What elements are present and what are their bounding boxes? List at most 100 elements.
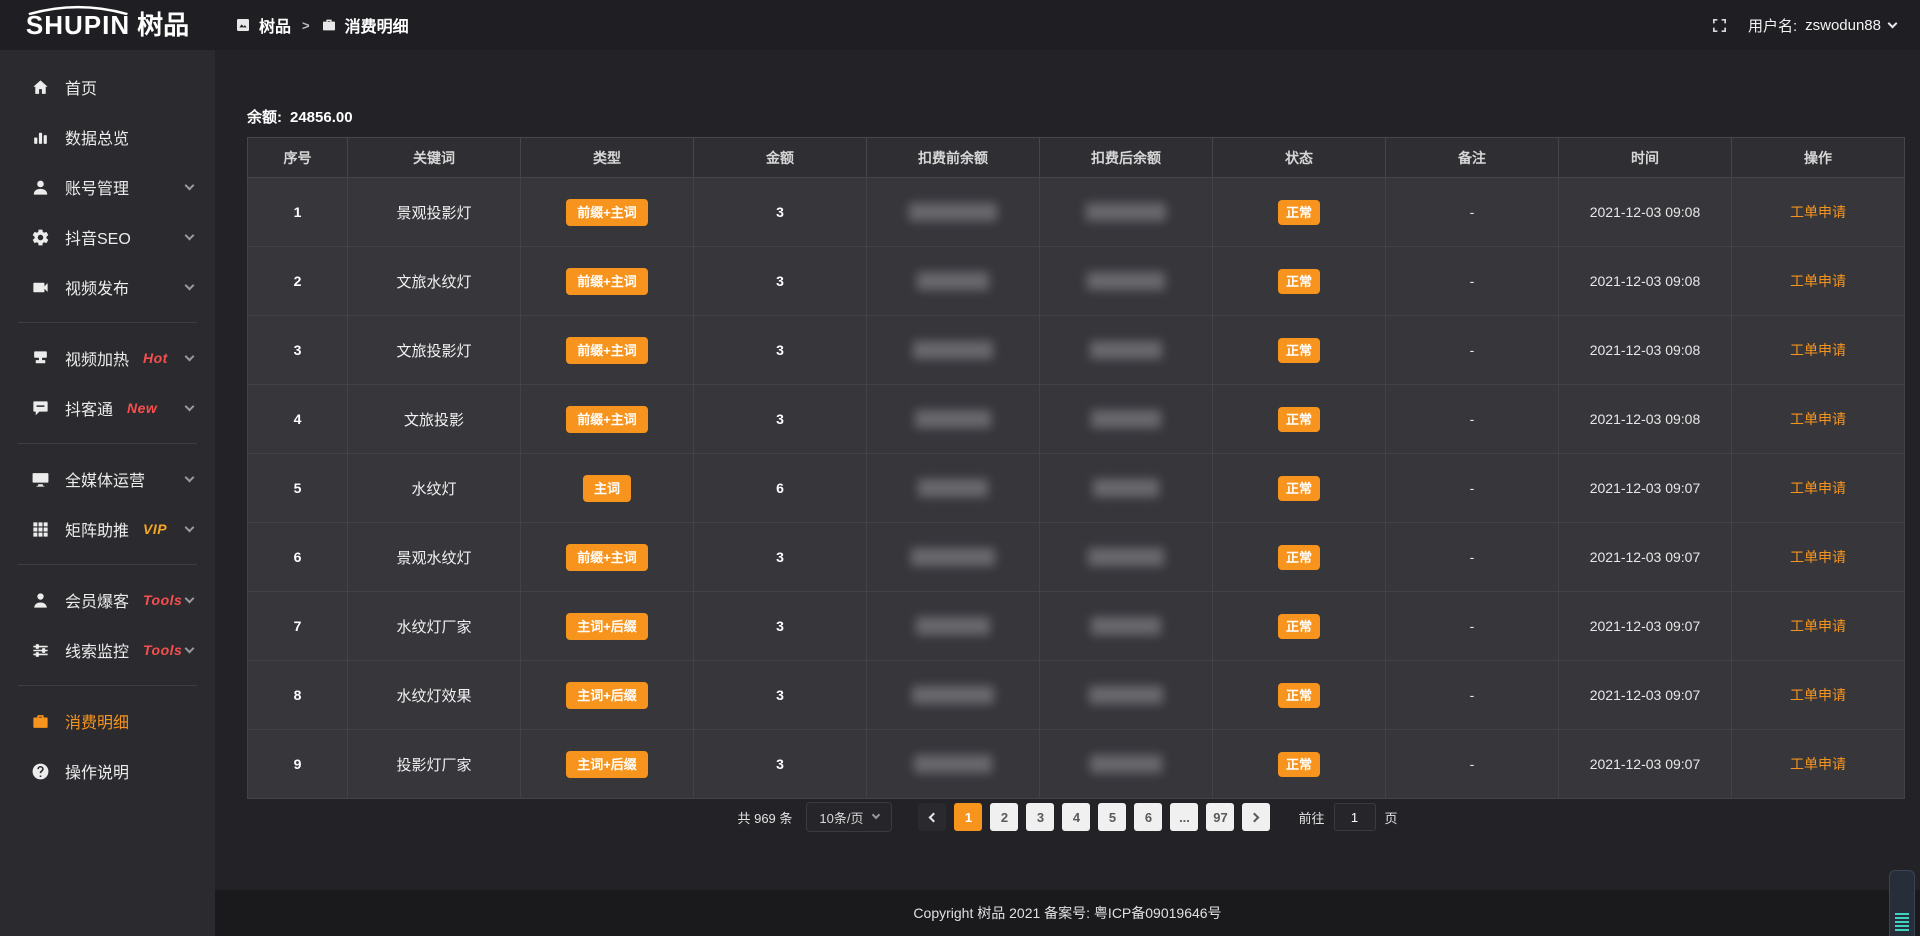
user-menu[interactable]: 用户名: zswodun88 [1748, 15, 1896, 36]
sidebar-item-video-heat[interactable]: 视频加热Hot [0, 333, 215, 383]
chevron-down-icon [185, 180, 195, 190]
sidebar-item-douyin-seo[interactable]: 抖音SEO [0, 212, 215, 262]
work-order-link[interactable]: 工单申请 [1790, 618, 1846, 634]
cell-note: - [1386, 178, 1559, 247]
balance-value: 24856.00 [290, 109, 353, 126]
fullscreen-icon[interactable] [1711, 17, 1728, 34]
work-order-link[interactable]: 工单申请 [1790, 756, 1846, 772]
cell-status: 正常 [1213, 592, 1386, 661]
gear-icon [30, 227, 50, 247]
work-order-link[interactable]: 工单申请 [1790, 687, 1846, 703]
question-icon [30, 761, 50, 781]
type-badge: 前缀+主词 [566, 268, 648, 295]
cell-action: 工单申请 [1732, 178, 1905, 247]
page-button-1[interactable]: 1 [954, 803, 982, 831]
chevron-down-icon [185, 472, 195, 482]
cell-type: 前缀+主词 [521, 316, 694, 385]
cell-action: 工单申请 [1732, 247, 1905, 316]
logo-arc [26, 5, 130, 15]
sidebar-item-home[interactable]: 首页 [0, 62, 215, 112]
column-header: 关键词 [348, 138, 521, 178]
sidebar-badge: Tools [143, 592, 182, 608]
cell-status: 正常 [1213, 661, 1386, 730]
work-order-link[interactable]: 工单申请 [1790, 204, 1846, 220]
sidebar-item-all-media-operation[interactable]: 全媒体运营 [0, 454, 215, 504]
type-badge: 主词+后缀 [566, 682, 648, 709]
cell-type: 前缀+主词 [521, 385, 694, 454]
cell-index: 9 [248, 730, 348, 799]
cell-index: 1 [248, 178, 348, 247]
work-order-link[interactable]: 工单申请 [1790, 480, 1846, 496]
prev-page-button[interactable] [918, 803, 946, 831]
sidebar-item-data-overview[interactable]: 数据总览 [0, 112, 215, 162]
sidebar-item-douketong[interactable]: 抖客通New [0, 383, 215, 433]
chevron-down-icon [185, 522, 195, 532]
sidebar-item-account-management[interactable]: 账号管理 [0, 162, 215, 212]
logo-text-en: SHUPIN [26, 12, 130, 39]
page-button-4[interactable]: 4 [1062, 803, 1090, 831]
cell-type: 主词+后缀 [521, 592, 694, 661]
work-order-link[interactable]: 工单申请 [1790, 549, 1846, 565]
sidebar-divider [18, 564, 197, 565]
sidebar-item-lead-monitor[interactable]: 线索监控Tools [0, 625, 215, 675]
sidebar-divider [18, 685, 197, 686]
column-header: 金额 [694, 138, 867, 178]
page-button-2[interactable]: 2 [990, 803, 1018, 831]
cell-amount: 3 [694, 592, 867, 661]
cell-action: 工单申请 [1732, 730, 1905, 799]
work-order-link[interactable]: 工单申请 [1790, 273, 1846, 289]
table-row: 1景观投影灯前缀+主词3正常-2021-12-03 09:08工单申请 [248, 178, 1905, 247]
sidebar-item-operation-guide[interactable]: 操作说明 [0, 746, 215, 796]
chevron-left-icon [929, 812, 939, 822]
floating-widget[interactable] [1889, 870, 1915, 936]
sidebar-item-label: 矩阵助推 [65, 517, 129, 541]
cell-type: 前缀+主词 [521, 523, 694, 592]
cell-balance-before [867, 592, 1040, 661]
sidebar-item-label: 操作说明 [65, 759, 129, 783]
goto-label: 前往 [1298, 808, 1324, 827]
sidebar-item-consumption-detail[interactable]: 消费明细 [0, 696, 215, 746]
more-pages-button[interactable]: ... [1170, 803, 1198, 831]
column-header: 状态 [1213, 138, 1386, 178]
video-icon [30, 277, 50, 297]
balance-label: 余额: [247, 109, 282, 126]
sidebar-item-label: 线索监控 [65, 638, 129, 662]
cell-time: 2021-12-03 09:08 [1559, 385, 1732, 454]
sidebar-item-member-explosion[interactable]: 会员爆客Tools [0, 575, 215, 625]
type-badge: 前缀+主词 [566, 199, 648, 226]
breadcrumb-separator: > [302, 18, 310, 33]
page-button-6[interactable]: 6 [1134, 803, 1162, 831]
goto-suffix: 页 [1385, 808, 1398, 827]
cell-time: 2021-12-03 09:07 [1559, 523, 1732, 592]
sidebar-item-label: 抖客通 [65, 396, 113, 420]
cell-note: - [1386, 592, 1559, 661]
cell-keyword: 水纹灯效果 [348, 661, 521, 730]
cell-status: 正常 [1213, 316, 1386, 385]
page-button-3[interactable]: 3 [1026, 803, 1054, 831]
type-badge: 前缀+主词 [566, 544, 648, 571]
breadcrumb-root[interactable]: 树品 [259, 13, 291, 37]
type-badge: 主词+后缀 [566, 751, 648, 778]
page-size-select[interactable]: 10条/页 [806, 802, 892, 832]
goto-page-input[interactable] [1334, 803, 1376, 831]
cell-keyword: 水纹灯 [348, 454, 521, 523]
page-button-5[interactable]: 5 [1098, 803, 1126, 831]
cell-amount: 3 [694, 247, 867, 316]
chevron-down-icon [185, 401, 195, 411]
cell-status: 正常 [1213, 454, 1386, 523]
masked-balance-after [1089, 686, 1163, 704]
sidebar-item-label: 消费明细 [65, 709, 129, 733]
next-page-button[interactable] [1242, 803, 1270, 831]
type-badge: 前缀+主词 [566, 406, 648, 433]
work-order-link[interactable]: 工单申请 [1790, 342, 1846, 358]
masked-balance-after [1093, 479, 1159, 497]
sidebar-item-video-publish[interactable]: 视频发布 [0, 262, 215, 312]
page-button-97[interactable]: 97 [1206, 803, 1234, 831]
cell-balance-after [1040, 523, 1213, 592]
masked-balance-after [1087, 272, 1165, 290]
work-order-link[interactable]: 工单申请 [1790, 411, 1846, 427]
pagination: 共 969 条 10条/页 123456...97 前往 页 [215, 801, 1920, 833]
cell-keyword: 投影灯厂家 [348, 730, 521, 799]
cell-balance-after [1040, 454, 1213, 523]
sidebar-item-matrix-boost[interactable]: 矩阵助推VIP [0, 504, 215, 554]
